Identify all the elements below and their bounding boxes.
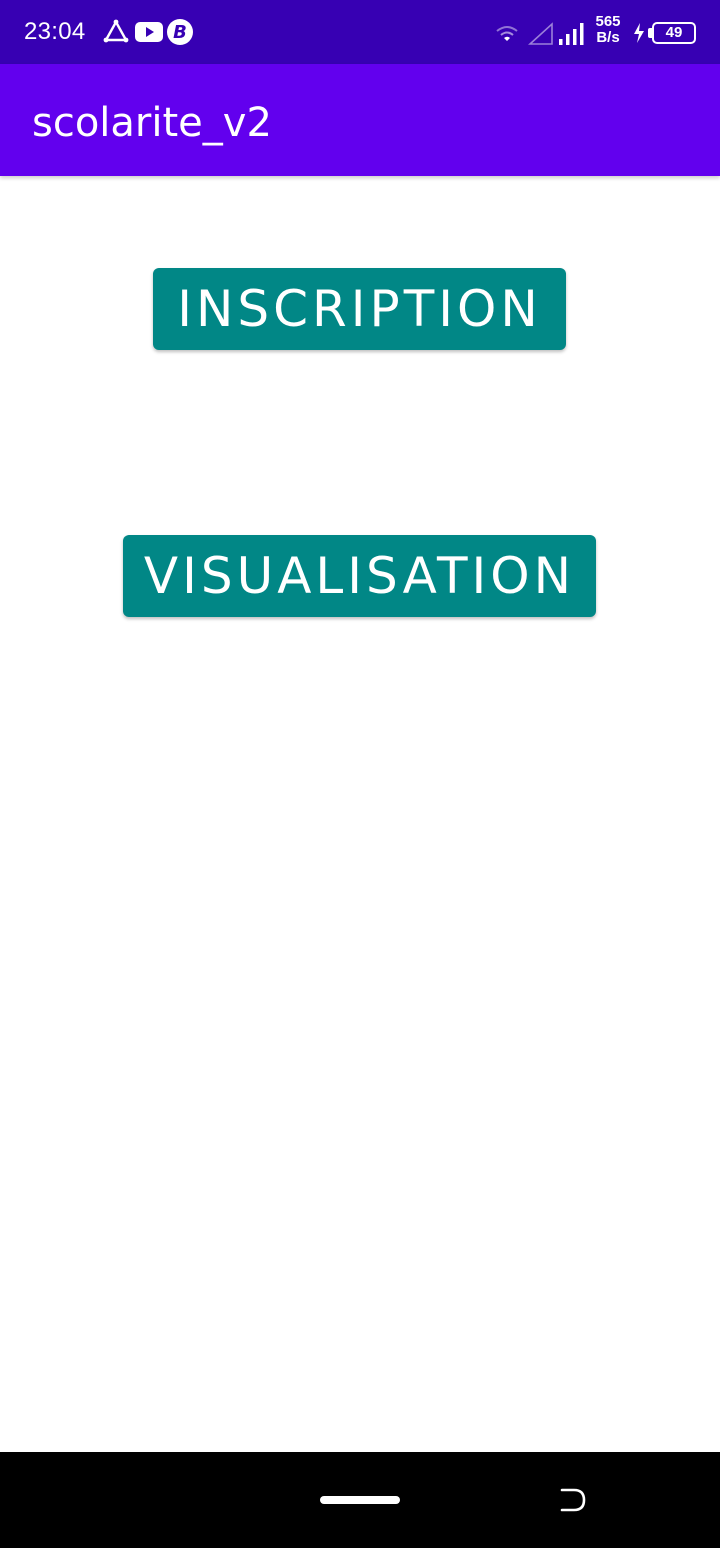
- battery-level: 49: [652, 22, 696, 44]
- signal-icon: [559, 23, 584, 45]
- battery-icon: 49: [648, 22, 696, 44]
- status-time: 23:04: [24, 18, 86, 45]
- status-bar: 23:04 B 565 B/s 49: [0, 0, 720, 64]
- navigation-bar: [0, 1452, 720, 1548]
- net-speed-unit: B/s: [596, 29, 620, 46]
- charging-bolt-icon: [634, 23, 644, 43]
- home-pill-icon[interactable]: [320, 1496, 400, 1504]
- main-content: INSCRIPTION VISUALISATION: [0, 176, 720, 1452]
- triangle-nodes-icon: [103, 19, 129, 43]
- visualisation-button[interactable]: VISUALISATION: [123, 535, 596, 617]
- app-bar: scolarite_v2: [0, 64, 720, 176]
- b-circle-icon: B: [167, 19, 193, 45]
- inscription-button[interactable]: INSCRIPTION: [153, 268, 566, 350]
- net-speed: 565 B/s: [588, 14, 628, 46]
- youtube-icon: [135, 22, 163, 42]
- app-title: scolarite_v2: [32, 100, 272, 146]
- wifi-icon: [496, 26, 518, 41]
- back-icon[interactable]: [556, 1484, 588, 1516]
- screen: 23:04 B 565 B/s 49 scolarite_v2 INSCRIPT…: [0, 0, 720, 1548]
- net-speed-value: 565: [595, 13, 621, 30]
- signal-empty-icon: [528, 22, 553, 45]
- svg-text:B: B: [173, 22, 187, 43]
